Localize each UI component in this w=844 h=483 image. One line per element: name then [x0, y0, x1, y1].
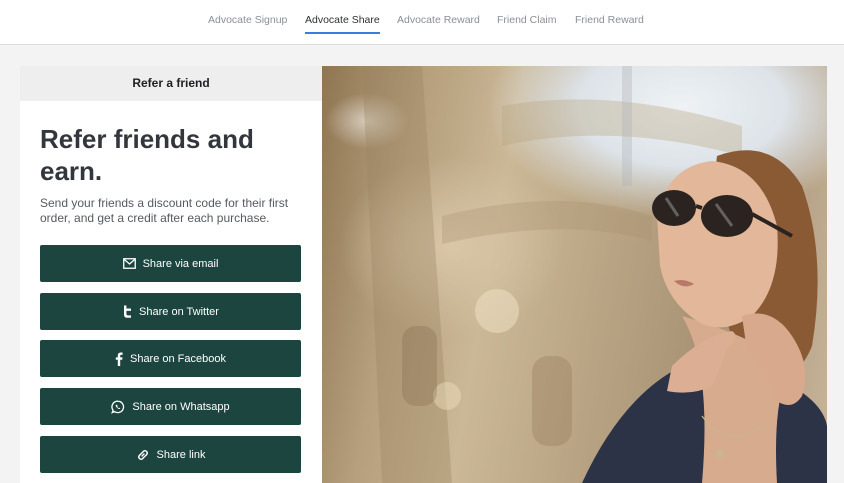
- mail-icon: [122, 258, 136, 269]
- twitter-icon: [122, 305, 132, 318]
- subtitle-line-1: Send your friends a discount code for th…: [40, 196, 289, 210]
- top-navigation: Advocate Signup Advocate Share Advocate …: [0, 0, 844, 45]
- tab-friend-reward[interactable]: Friend Reward: [575, 14, 644, 36]
- facebook-icon: [115, 352, 123, 366]
- headline-line-2: earn.: [40, 156, 103, 186]
- share-twitter-label: Share on Twitter: [139, 305, 219, 318]
- share-whatsapp-button[interactable]: Share on Whatsapp: [40, 388, 301, 425]
- tab-friend-claim[interactable]: Friend Claim: [497, 14, 557, 36]
- referral-card: Refer a friend Refer friends and earn. S…: [20, 66, 322, 483]
- tab-advocate-share[interactable]: Advocate Share: [305, 14, 380, 36]
- headline-line-1: Refer friends and: [40, 124, 254, 154]
- card-header: Refer a friend: [20, 66, 322, 101]
- share-facebook-label: Share on Facebook: [129, 352, 226, 365]
- tab-advocate-reward[interactable]: Advocate Reward: [397, 14, 480, 36]
- share-email-button[interactable]: Share via email: [40, 245, 301, 282]
- subtitle: Send your friends a discount code for th…: [40, 196, 302, 225]
- hero-photo-illustration: [362, 66, 827, 483]
- whatsapp-icon: [111, 400, 125, 414]
- link-icon: [136, 448, 150, 462]
- share-whatsapp-label: Share on Whatsapp: [132, 400, 230, 413]
- share-twitter-button[interactable]: Share on Twitter: [40, 293, 301, 330]
- tab-advocate-signup[interactable]: Advocate Signup: [208, 14, 287, 36]
- share-email-label: Share via email: [142, 257, 219, 270]
- share-facebook-button[interactable]: Share on Facebook: [40, 340, 301, 377]
- share-link-label: Share link: [156, 448, 206, 461]
- headline: Refer friends and earn.: [40, 123, 300, 187]
- share-link-button[interactable]: Share link: [40, 436, 301, 473]
- hero-photo: [322, 66, 827, 483]
- subtitle-line-2: order, and get a credit after each purch…: [40, 210, 270, 225]
